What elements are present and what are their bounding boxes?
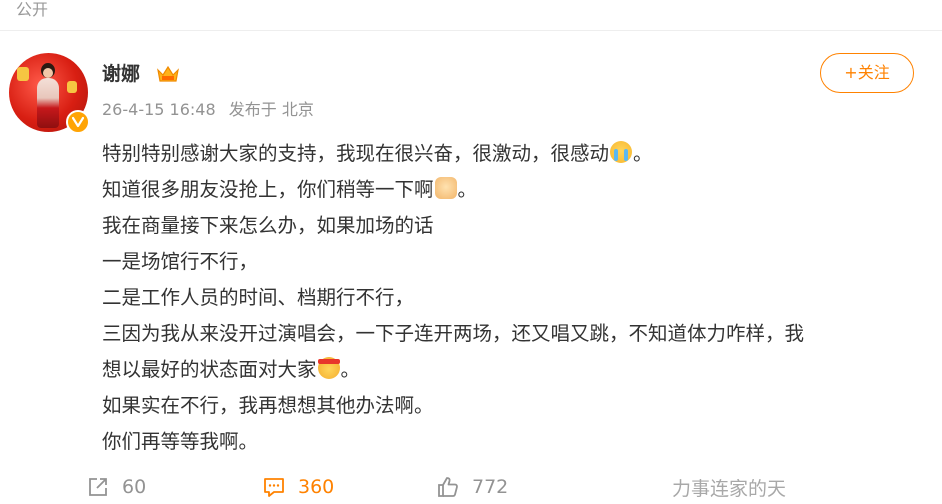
post-text-segment: 特别特别感谢大家的支持，我现在很兴奋，很激动，很感动 <box>102 142 610 165</box>
verified-badge-icon <box>66 110 90 134</box>
post-text-segment: 。 <box>340 358 361 381</box>
like-button[interactable]: 772 <box>436 470 508 504</box>
post-text-segment: 想以最好的状态面对大家 <box>102 358 317 381</box>
post-text-segment: 。 <box>633 142 653 165</box>
crying-emoji-icon <box>610 141 633 163</box>
like-count: 772 <box>472 476 509 498</box>
post-line: 我在商量接下来怎么办，如果加场的话 <box>102 214 434 237</box>
avatar-figure-face <box>43 68 53 78</box>
post-line: 你们再等等我啊。 <box>102 430 259 453</box>
post-line: 知道很多朋友没抢上，你们稍等一下啊。 <box>102 172 922 208</box>
post-line: 特别特别感谢大家的支持，我现在很兴奋，很激动，很感动。 <box>102 136 922 172</box>
repost-icon <box>89 478 107 496</box>
comment-button[interactable]: 360 <box>262 470 334 504</box>
post-line: 三因为我从来没开过演唱会，一下子连开两场，还又唱又跳，不知道体力咋样，我 <box>102 322 805 345</box>
action-bar: 60 360 772 力事连家的天 <box>0 470 942 504</box>
repost-count: 60 <box>122 476 147 498</box>
post-line: 一是场馆行不行， <box>102 250 259 273</box>
fist-emoji-icon <box>434 177 457 199</box>
author-name[interactable]: 谢娜 <box>102 60 140 88</box>
avatar-figure <box>37 78 59 128</box>
post-text-segment: 。 <box>457 178 478 201</box>
post-time[interactable]: 26-4-15 16:48 <box>102 100 216 119</box>
post-source: 发布于 北京 <box>228 100 314 119</box>
more-action-label: 力事连家的天 <box>672 477 787 500</box>
post-meta: 26-4-15 16:48 发布于 北京 <box>102 98 322 122</box>
visibility-label: 公开 <box>16 0 49 19</box>
post-text-segment: 知道很多朋友没抢上，你们稍等一下啊 <box>102 178 434 201</box>
repost-button[interactable]: 60 <box>86 470 146 504</box>
post-text: 特别特别感谢大家的支持，我现在很兴奋，很激动，很感动。 知道很多朋友没抢上，你们… <box>102 136 922 460</box>
headband-emoji-icon <box>317 357 340 379</box>
follow-button[interactable]: +关注 <box>820 53 914 93</box>
avatar-decoration <box>17 67 29 81</box>
weibo-post-card: 公开 谢娜 26-4-15 16:48 发布于 北京 +关注 特别特别感谢大家的… <box>0 0 942 504</box>
thumbs-up-icon <box>438 477 458 497</box>
more-action[interactable]: 力事连家的天 <box>672 470 786 504</box>
avatar-decoration <box>67 81 77 93</box>
comment-icon <box>264 478 284 497</box>
post-line: 想以最好的状态面对大家。 <box>102 352 922 388</box>
comment-count: 360 <box>298 476 335 498</box>
post-line: 如果实在不行，我再想想其他办法啊。 <box>102 394 434 417</box>
post-line: 二是工作人员的时间、档期行不行， <box>102 286 415 309</box>
vip-crown-icon[interactable] <box>156 64 180 84</box>
divider <box>0 30 942 31</box>
